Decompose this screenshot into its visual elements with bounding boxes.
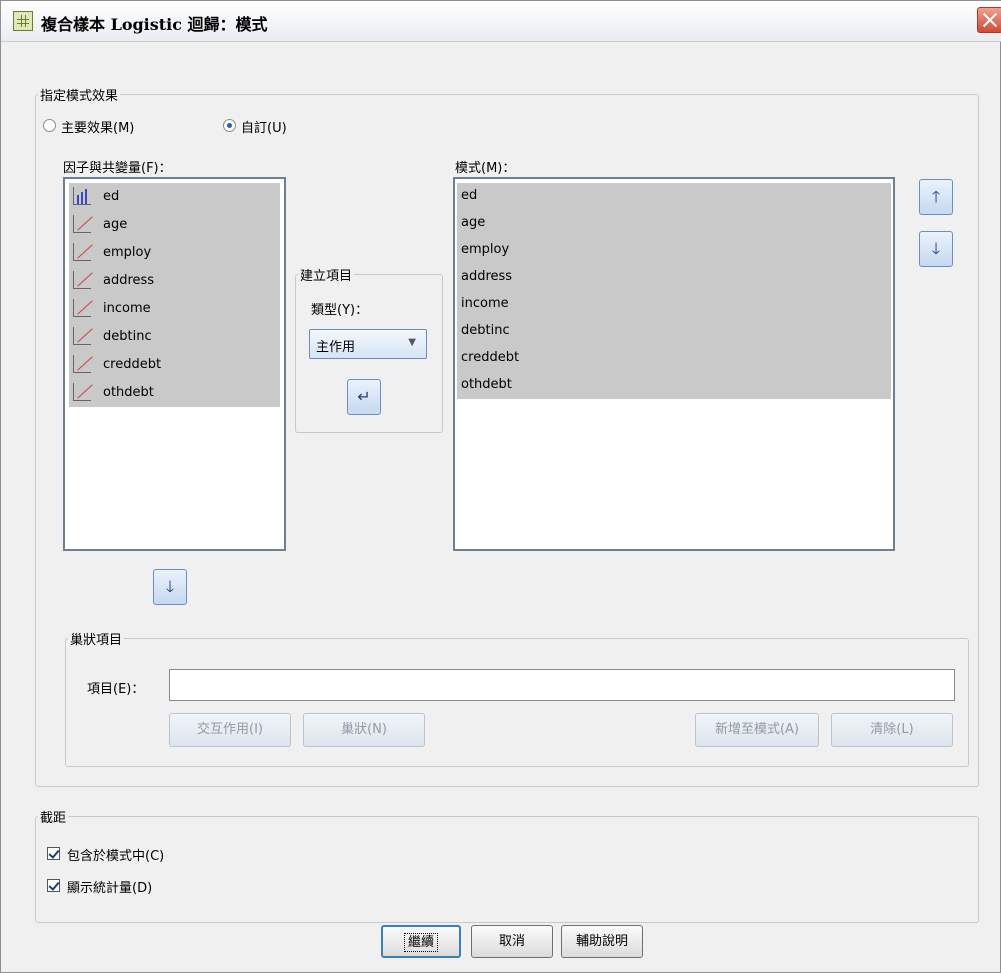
clear-button[interactable]: 清除(L): [831, 713, 953, 747]
add-term-button[interactable]: ↵: [347, 379, 381, 415]
scale-icon: [73, 271, 91, 289]
move-up-button[interactable]: 🡑: [919, 179, 953, 215]
custom-radio[interactable]: [223, 119, 236, 132]
scale-icon: [73, 327, 91, 345]
help-button[interactable]: 輔助說明: [561, 925, 643, 958]
main-effects-label: 主要效果(M): [61, 121, 135, 136]
chevron-down-icon: ▼: [408, 337, 416, 348]
model-item[interactable]: debtinc: [457, 318, 891, 345]
type-combobox[interactable]: 主作用 ▼: [309, 329, 427, 359]
intercept-group: 截距: [35, 807, 979, 923]
model-item[interactable]: creddebt: [457, 345, 891, 372]
factor-item-address[interactable]: address: [69, 267, 280, 295]
factor-item-employ[interactable]: employ: [69, 239, 280, 267]
add-to-model-button[interactable]: 新增至模式(A): [695, 713, 819, 747]
model-effects-legend: 指定模式效果: [40, 89, 119, 104]
arrow-down-icon: 🡓: [931, 239, 941, 258]
model-item[interactable]: age: [457, 210, 891, 237]
arrow-down-icon: 🡓: [165, 577, 175, 596]
type-label: 類型(Y)：: [311, 303, 369, 318]
factor-item-ed[interactable]: ed: [69, 183, 280, 211]
spss-app-icon: [13, 11, 33, 31]
include-in-model-label: 包含於模式中(C): [67, 849, 165, 864]
model-item[interactable]: address: [457, 264, 891, 291]
factor-item-othdebt[interactable]: othdebt: [69, 379, 280, 407]
model-dialog: 複合樣本 Logistic 迴歸：模式 指定模式效果 主要效果(M) 自訂(U)…: [0, 0, 1001, 973]
close-button[interactable]: [977, 7, 1001, 33]
intercept-legend: 截距: [40, 811, 67, 826]
custom-label: 自訂(U): [241, 121, 287, 136]
model-item[interactable]: employ: [457, 237, 891, 264]
arrow-up-icon: 🡑: [931, 187, 941, 206]
model-label: 模式(M)：: [455, 161, 516, 176]
model-item[interactable]: ed: [457, 183, 891, 210]
model-item[interactable]: income: [457, 291, 891, 318]
show-statistics-checkbox[interactable]: [47, 879, 60, 892]
factor-item-income[interactable]: income: [69, 295, 280, 323]
scale-icon: [73, 355, 91, 373]
nested-terms-legend: 巢狀項目: [70, 633, 123, 648]
term-input[interactable]: [169, 669, 955, 701]
type-value: 主作用: [316, 340, 356, 355]
build-terms-legend: 建立項目: [300, 269, 353, 284]
interaction-button[interactable]: 交互作用(I): [169, 713, 291, 747]
show-statistics-label: 顯示統計量(D): [67, 881, 153, 896]
factor-item-debtinc[interactable]: debtinc: [69, 323, 280, 351]
scale-icon: [73, 215, 91, 233]
model-item[interactable]: othdebt: [457, 372, 891, 399]
main-effects-radio[interactable]: [43, 119, 56, 132]
nest-button[interactable]: 巢狀(N): [303, 713, 425, 747]
move-down-button[interactable]: 🡓: [919, 231, 953, 267]
title-bar: 複合樣本 Logistic 迴歸：模式: [1, 1, 1001, 42]
window-title: 複合樣本 Logistic 迴歸：模式: [41, 15, 268, 34]
factors-listbox[interactable]: ed age employ address income debtinc cre…: [63, 177, 286, 551]
arrow-enter-icon: ↵: [357, 387, 371, 406]
include-in-model-checkbox[interactable]: [47, 847, 60, 860]
move-to-nested-button[interactable]: 🡓: [153, 569, 187, 605]
scale-icon: [73, 243, 91, 261]
continue-button[interactable]: 繼續: [381, 925, 461, 958]
scale-icon: [73, 299, 91, 317]
model-listbox[interactable]: ed age employ address income debtinc cre…: [453, 177, 895, 551]
scale-icon: [73, 383, 91, 401]
ordinal-icon: [73, 187, 91, 205]
factor-item-age[interactable]: age: [69, 211, 280, 239]
cancel-button[interactable]: 取消: [471, 925, 553, 958]
factors-label: 因子與共變量(F)：: [63, 161, 172, 176]
factor-item-creddebt[interactable]: creddebt: [69, 351, 280, 379]
term-label: 項目(E)：: [87, 682, 145, 697]
